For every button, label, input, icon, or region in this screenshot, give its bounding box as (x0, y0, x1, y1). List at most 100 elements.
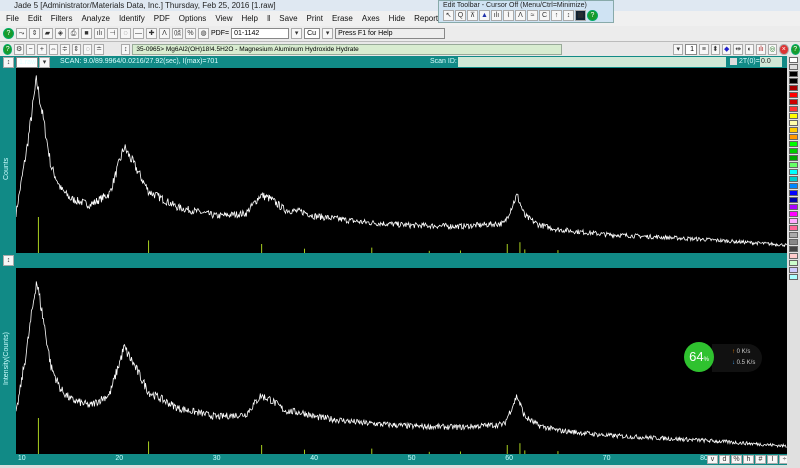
tool-icon[interactable]: ⇕ (71, 43, 81, 55)
tool-icon[interactable]: ⬍ (710, 43, 720, 55)
grid-icon[interactable]: ▦ (575, 10, 586, 21)
axis-button[interactable]: h (743, 455, 754, 464)
tool-icon[interactable]: ⇹ (733, 43, 743, 55)
color-swatch[interactable] (789, 246, 798, 252)
menu-item[interactable]: Edit (28, 14, 42, 23)
scroll-icon[interactable]: ↕ (3, 255, 14, 266)
tool-icon[interactable]: ◎ (767, 43, 778, 55)
minus-icon[interactable]: − (25, 43, 36, 55)
menu-item[interactable]: Erase (332, 14, 353, 23)
tool-icon[interactable]: ⤳ (16, 28, 27, 39)
tool-icon[interactable]: ㍘ (172, 28, 183, 39)
menu-item[interactable]: ‖ (267, 14, 270, 23)
print-icon[interactable]: ⎙ (68, 28, 79, 39)
plus-icon[interactable]: + (37, 43, 47, 55)
color-swatch[interactable] (789, 169, 798, 175)
color-swatch[interactable] (789, 148, 798, 154)
menu-item[interactable]: Report (414, 14, 438, 23)
chevron-down-icon[interactable]: ▾ (291, 28, 303, 39)
tool-icon[interactable]: Λ (515, 10, 526, 21)
file-select[interactable]: 1.raw (16, 57, 38, 68)
tool-icon[interactable]: ≡ (699, 43, 709, 55)
color-swatch[interactable] (789, 155, 798, 161)
chevron-down-icon[interactable]: ▾ (39, 57, 50, 68)
tool-icon[interactable]: ◌ (120, 28, 131, 39)
tool-icon[interactable]: % (185, 28, 196, 39)
menu-item[interactable]: Options (179, 14, 207, 23)
color-swatch[interactable] (789, 57, 798, 63)
phase-field[interactable]: 35-0965> Mg6Al2(OH)18!4.5H2O - Magnesium… (132, 43, 563, 55)
color-swatch[interactable] (789, 64, 798, 70)
scan-id-input[interactable] (458, 57, 726, 67)
color-swatch[interactable] (789, 267, 798, 273)
chevron-down-icon[interactable]: ▾ (673, 43, 683, 55)
top-pattern-pane[interactable] (16, 75, 787, 253)
color-swatch[interactable] (789, 218, 798, 224)
chevron-down-icon[interactable]: ▾ (322, 28, 334, 39)
menu-item[interactable]: Print (307, 14, 323, 23)
color-swatch[interactable] (789, 260, 798, 266)
color-swatch[interactable] (789, 85, 798, 91)
menu-item[interactable]: Save (279, 14, 297, 23)
memory-badge[interactable]: 64% (684, 342, 714, 372)
color-swatch[interactable] (789, 190, 798, 196)
tool-icon[interactable]: ≑ (60, 43, 70, 55)
tool-icon[interactable]: ≈ (527, 10, 538, 21)
menu-item[interactable]: View (215, 14, 232, 23)
tool-icon[interactable]: ✚ (146, 28, 157, 39)
page-field[interactable]: 1 (684, 43, 698, 55)
element-select[interactable]: Cu (304, 28, 321, 39)
checkbox[interactable] (730, 58, 737, 65)
cursor-icon[interactable]: ↖ (443, 10, 454, 21)
color-swatch[interactable] (789, 253, 798, 259)
color-swatch[interactable] (789, 274, 798, 280)
color-swatch[interactable] (789, 134, 798, 140)
tool-icon[interactable]: ⇕ (29, 28, 40, 39)
tool-icon[interactable]: ≐ (94, 43, 104, 55)
help-icon[interactable]: ? (790, 43, 800, 55)
tool-icon[interactable]: ◐ (744, 43, 755, 55)
theta-input[interactable]: 0.0 (760, 57, 782, 67)
axis-button[interactable]: d (719, 455, 730, 464)
color-swatch[interactable] (789, 183, 798, 189)
tool-icon[interactable]: Λ (159, 28, 170, 39)
bottom-pattern-pane[interactable] (16, 281, 787, 454)
scroll-icon[interactable]: ↕ (121, 43, 131, 55)
tool-icon[interactable]: C (539, 10, 550, 21)
tool-icon[interactable]: ılı (94, 28, 105, 39)
axis-button[interactable]: I (767, 455, 778, 464)
color-swatch[interactable] (789, 239, 798, 245)
tool-icon[interactable]: ↕ (563, 10, 574, 21)
tool-icon[interactable]: — (133, 28, 144, 39)
color-swatch[interactable] (789, 78, 798, 84)
tool-icon[interactable]: ⌇ (503, 10, 514, 21)
color-swatch[interactable] (789, 106, 798, 112)
color-swatch[interactable] (789, 162, 798, 168)
save-icon[interactable]: ■ (81, 28, 92, 39)
menu-item[interactable]: Help (242, 14, 258, 23)
tool-icon[interactable]: ◌ (82, 43, 93, 55)
pdf-select[interactable]: 01-1142 (231, 28, 290, 39)
globe-icon[interactable]: ◍ (198, 28, 209, 39)
color-swatch[interactable] (789, 204, 798, 210)
color-swatch[interactable] (789, 211, 798, 217)
gear-icon[interactable]: ⚙ (14, 43, 24, 55)
color-swatch[interactable] (789, 232, 798, 238)
color-swatch[interactable] (789, 197, 798, 203)
color-swatch[interactable] (789, 92, 798, 98)
peak-icon[interactable]: ▲ (479, 10, 490, 21)
axis-button[interactable]: # (755, 455, 766, 464)
menu-item[interactable]: File (6, 14, 19, 23)
help-icon[interactable]: ? (3, 28, 14, 39)
color-swatch[interactable] (789, 71, 798, 77)
color-swatch[interactable] (789, 120, 798, 126)
menu-item[interactable]: PDF (154, 14, 170, 23)
tool-icon[interactable]: ılı (491, 10, 502, 21)
menu-item[interactable]: Analyze (81, 14, 109, 23)
tool-icon[interactable]: ⊣ (107, 28, 118, 39)
menu-item[interactable]: Hide (389, 14, 405, 23)
color-swatch[interactable] (789, 225, 798, 231)
axis-button[interactable]: v (707, 455, 718, 464)
help-icon[interactable]: ? (587, 10, 598, 21)
help-icon[interactable]: ? (3, 43, 13, 55)
